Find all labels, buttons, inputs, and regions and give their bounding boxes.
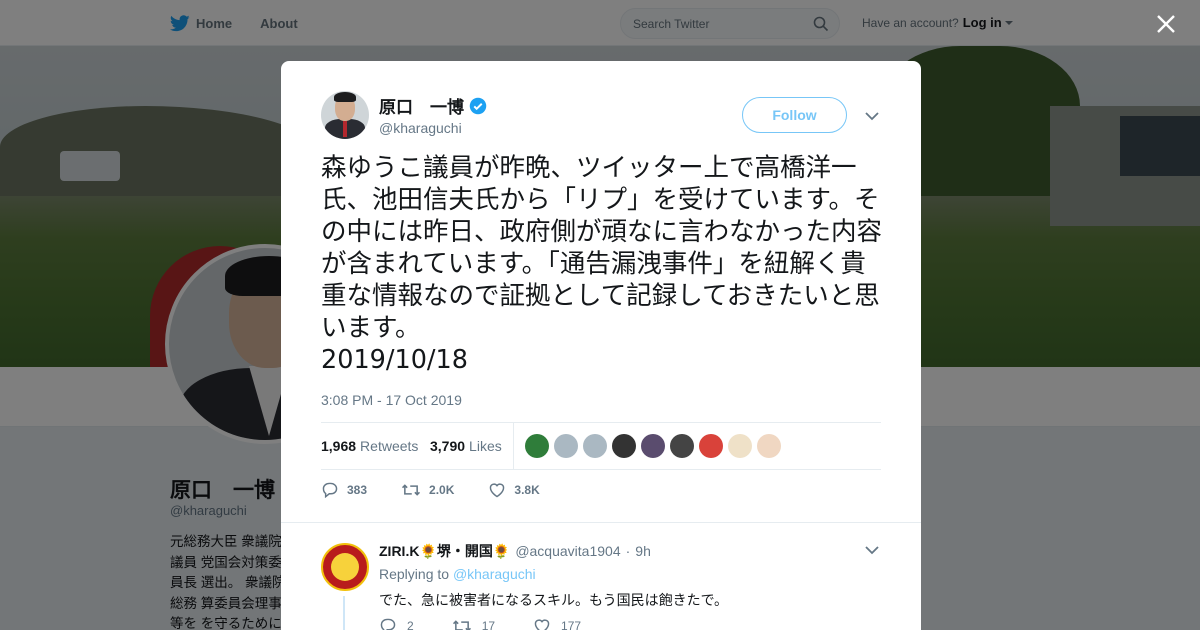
likes-count: 3,790 — [430, 438, 466, 454]
replying-to: Replying to @kharaguchi — [379, 566, 536, 582]
retweet-action[interactable]: 2.0K — [401, 482, 454, 498]
reply-dot: · — [625, 543, 631, 559]
reply-header: ZIRI.K🌻堺・開国🌻 @acquavita1904 · 9h — [379, 541, 651, 561]
author-avatar[interactable] — [321, 91, 369, 139]
retweet-icon — [452, 620, 471, 630]
retweet-icon — [402, 484, 421, 496]
reply-reply-action[interactable]: 2 — [379, 618, 414, 630]
tweet-stats: 1,968 Retweets 3,790 Likes — [321, 422, 881, 470]
tweet-text: 森ゆうこ議員が昨晩、ツイッター上で高橋洋一氏、池田信夫氏から「リプ」を受けていま… — [321, 153, 883, 375]
close-icon[interactable] — [1155, 13, 1177, 35]
tweet-modal: 原口 一博 @kharaguchi Follow 森ゆうこ議員が昨晩、ツイッター… — [281, 61, 921, 630]
reply-like-action[interactable]: 177 — [533, 618, 581, 630]
heart-icon — [534, 619, 550, 630]
retweets-stat[interactable]: 1,968 Retweets — [321, 438, 418, 454]
liker-avatar[interactable] — [641, 434, 665, 458]
reply-like-count: 177 — [561, 619, 582, 630]
liker-avatar[interactable] — [554, 434, 578, 458]
liker-avatar[interactable] — [670, 434, 694, 458]
verified-badge-icon — [469, 97, 487, 114]
tweet-timestamp[interactable]: 3:08 PM - 17 Oct 2019 — [321, 392, 462, 408]
liker-avatar[interactable] — [757, 434, 781, 458]
reply-author-name[interactable]: ZIRI.K🌻堺・開国🌻 — [379, 541, 510, 561]
liker-avatars — [525, 434, 786, 458]
chevron-down-icon[interactable] — [865, 545, 879, 555]
reply-action[interactable]: 383 — [321, 482, 367, 498]
likes-label: Likes — [469, 438, 502, 454]
heart-icon — [490, 483, 505, 498]
author-name[interactable]: 原口 一博 — [379, 93, 487, 118]
replying-to-handle[interactable]: @kharaguchi — [453, 566, 536, 582]
reply-author-avatar[interactable] — [321, 543, 369, 591]
likes-stat[interactable]: 3,790 Likes — [430, 438, 502, 454]
liker-avatar[interactable] — [728, 434, 752, 458]
liker-avatar[interactable] — [612, 434, 636, 458]
reply-text: でた、急に被害者になるスキル。もう国民は飽きたで。 — [379, 593, 729, 609]
chevron-down-icon[interactable] — [865, 111, 879, 121]
reply-icon — [322, 482, 338, 498]
reply-count: 383 — [347, 483, 368, 497]
author-handle[interactable]: @kharaguchi — [379, 120, 462, 136]
reply-actions: 2 17 177 — [379, 618, 619, 630]
reply-time[interactable]: 9h — [635, 543, 651, 559]
liker-avatar[interactable] — [699, 434, 723, 458]
reply-retweet-action[interactable]: 17 — [452, 618, 495, 630]
thread-line — [343, 596, 345, 630]
reply-author-handle[interactable]: @acquavita1904 — [515, 543, 620, 559]
replies-divider — [281, 522, 921, 523]
liker-avatar[interactable] — [525, 434, 549, 458]
reply-retweet-count: 17 — [481, 619, 496, 630]
stats-divider — [513, 423, 514, 469]
like-action[interactable]: 3.8K — [488, 482, 540, 498]
reply-icon — [380, 618, 396, 630]
like-count: 3.8K — [514, 483, 540, 497]
retweets-label: Retweets — [360, 438, 419, 454]
tweet-actions: 383 2.0K 3.8K — [321, 482, 574, 498]
replying-to-label: Replying to — [379, 566, 450, 582]
retweet-count: 2.0K — [429, 483, 455, 497]
retweets-count: 1,968 — [321, 438, 357, 454]
author-name-text: 原口 一博 — [379, 98, 464, 117]
liker-avatar[interactable] — [583, 434, 607, 458]
follow-button[interactable]: Follow — [742, 97, 847, 133]
reply-reply-count: 2 — [407, 619, 414, 630]
